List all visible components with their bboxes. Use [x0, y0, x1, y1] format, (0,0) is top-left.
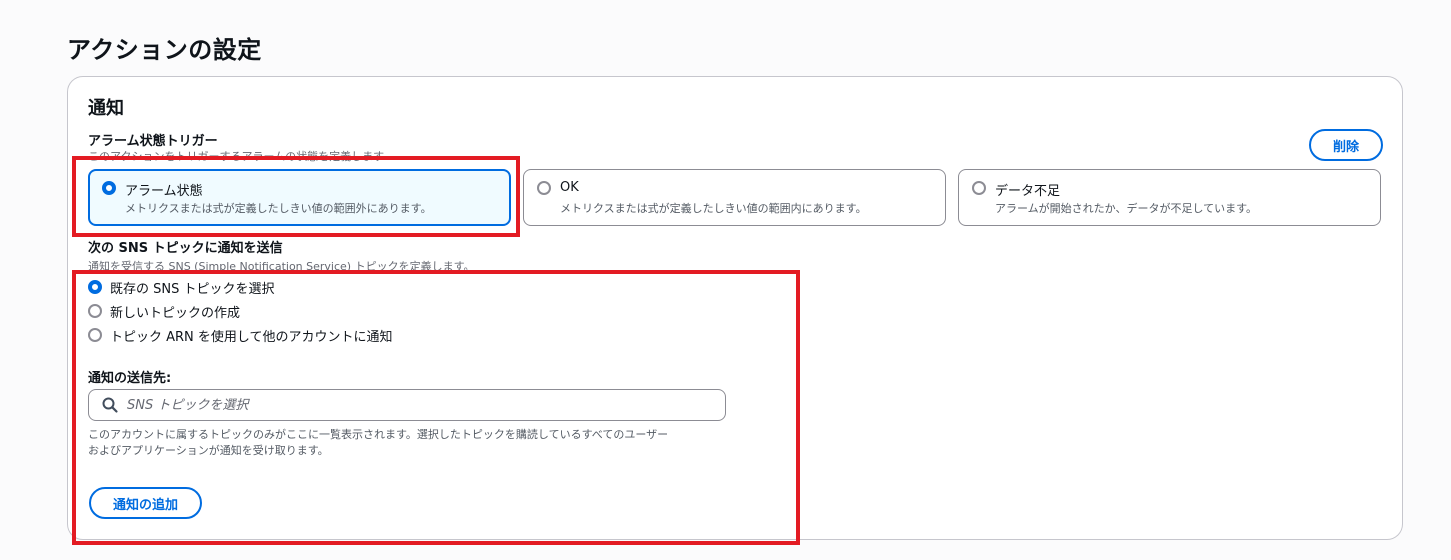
radio-new-topic[interactable]: 新しいトピックの作成 — [88, 302, 241, 321]
add-notification-button[interactable]: 通知の追加 — [89, 487, 202, 519]
search-icon — [102, 397, 118, 413]
topic-search-input[interactable] — [127, 397, 687, 413]
tile-description: アラームが開始されたか、データが不足しています。 — [995, 202, 1258, 215]
tile-title: アラーム状態 — [125, 184, 203, 199]
notification-panel: 通知 アラーム状態トリガー このアクションをトリガーするアラームの状態を定義しま… — [67, 76, 1403, 540]
trigger-label: アラーム状態トリガー — [88, 134, 218, 149]
radio-existing-topic[interactable]: 既存の SNS トピックを選択 — [88, 278, 275, 297]
radio-ok[interactable] — [537, 181, 551, 195]
radio-label: トピック ARN を使用して他のアカウントに通知 — [110, 329, 393, 345]
tile-title: データ不足 — [995, 184, 1061, 199]
sns-description: 通知を受信する SNS (Simple Notification Service… — [88, 260, 475, 273]
trigger-description: このアクションをトリガーするアラームの状態を定義します — [88, 150, 385, 163]
panel-title: 通知 — [88, 98, 124, 119]
radio-insufficient-data[interactable] — [972, 181, 986, 195]
tile-description: メトリクスまたは式が定義したしきい値の範囲内にあります。 — [560, 202, 867, 215]
topic-search-box[interactable] — [88, 389, 726, 421]
radio-label: 新しいトピックの作成 — [110, 305, 241, 321]
radio-button[interactable] — [88, 328, 102, 342]
sns-label: 次の SNS トピックに通知を送信 — [88, 241, 283, 256]
radio-button[interactable] — [88, 304, 102, 318]
radio-label: 既存の SNS トピックを選択 — [110, 281, 275, 297]
tile-description: メトリクスまたは式が定義したしきい値の範囲外にあります。 — [125, 202, 432, 215]
tile-alarm-state[interactable]: アラーム状態 メトリクスまたは式が定義したしきい値の範囲外にあります。 — [88, 169, 511, 226]
radio-topic-arn[interactable]: トピック ARN を使用して他のアカウントに通知 — [88, 326, 393, 345]
tile-insufficient-data[interactable]: データ不足 アラームが開始されたか、データが不足しています。 — [958, 169, 1381, 226]
tile-ok[interactable]: OK メトリクスまたは式が定義したしきい値の範囲内にあります。 — [523, 169, 946, 226]
delete-button[interactable]: 削除 — [1309, 129, 1383, 161]
help-line: このアカウントに属するトピックのみがここに一覧表示されます。選択したトピックを購… — [88, 428, 669, 441]
destination-label: 通知の送信先: — [88, 371, 172, 386]
radio-alarm-state[interactable] — [102, 181, 116, 195]
page-title: アクションの設定 — [67, 36, 262, 64]
destination-help-text: このアカウントに属するトピックのみがここに一覧表示されます。選択したトピックを購… — [88, 427, 768, 459]
tile-title: OK — [560, 180, 579, 195]
help-line: およびアプリケーションが通知を受け取ります。 — [88, 444, 329, 457]
radio-button[interactable] — [88, 280, 102, 294]
